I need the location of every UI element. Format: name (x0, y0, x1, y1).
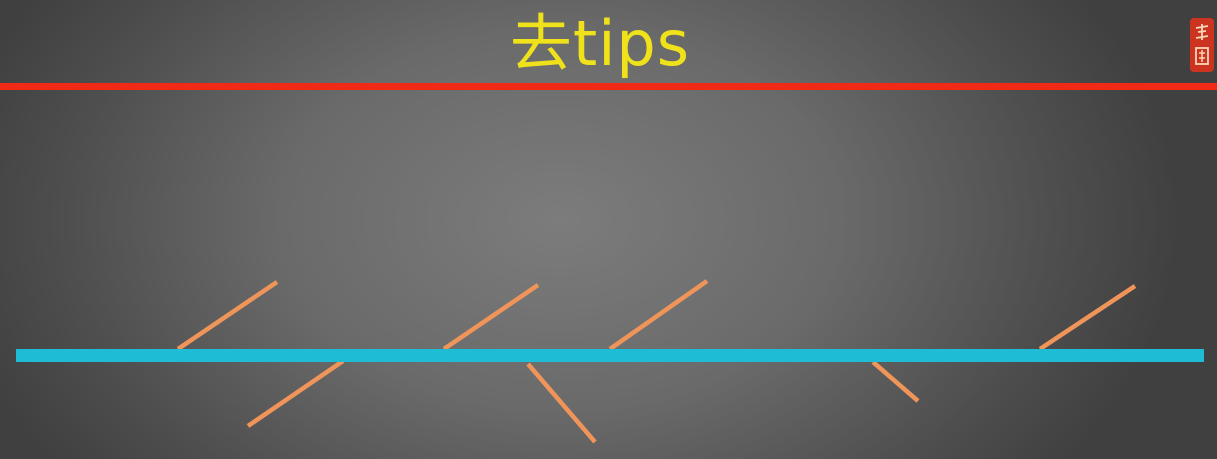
segment-3 (442, 283, 540, 351)
segment-1 (176, 280, 279, 351)
fishbone-diagram (16, 279, 1204, 444)
segment-4 (526, 362, 597, 444)
main-horizontal-line (16, 349, 1204, 362)
slide-background: 去tips (0, 0, 1217, 459)
segment-2 (246, 359, 345, 428)
segment-5 (608, 279, 709, 351)
segment-6 (871, 360, 920, 403)
segment-7 (1038, 284, 1137, 351)
